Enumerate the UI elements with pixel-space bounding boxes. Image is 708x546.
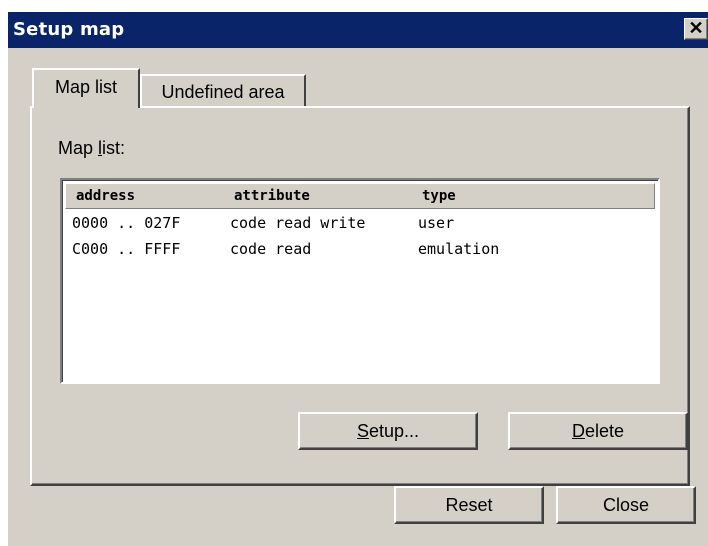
row-attribute: code read write xyxy=(230,214,366,232)
column-header-type[interactable]: type xyxy=(422,188,456,204)
title-bar[interactable]: Setup map ✕ xyxy=(8,12,708,48)
tab-map-list[interactable]: Map list xyxy=(32,68,140,108)
delete-button[interactable]: Delete xyxy=(508,412,688,450)
map-list-label: Map list: xyxy=(58,138,126,158)
close-button[interactable]: Close xyxy=(556,486,696,524)
column-header-attribute[interactable]: attribute xyxy=(234,188,310,204)
map-listbox[interactable]: address attribute type 0000 .. 027F code… xyxy=(60,178,660,384)
row-attribute: code read xyxy=(230,240,312,258)
reset-button[interactable]: Reset xyxy=(394,486,544,524)
row-address: C000 .. FFFF xyxy=(72,240,181,258)
close-icon[interactable]: ✕ xyxy=(684,18,708,40)
row-type: emulation xyxy=(418,240,500,258)
row-type: user xyxy=(418,214,455,232)
tab-undefined-area[interactable]: Undefined area xyxy=(140,74,306,108)
column-header-address[interactable]: address xyxy=(76,188,135,204)
list-header: address attribute type xyxy=(65,183,655,209)
list-item[interactable]: C000 .. FFFF code read emulation xyxy=(72,240,499,262)
map-list-panel: Map list: address attribute type 0000 ..… xyxy=(30,106,690,486)
setup-map-dialog: Setup map ✕ Map list Undefined area Map … xyxy=(6,10,708,546)
tab-map-list-label: Map list xyxy=(54,77,117,97)
tab-undefined-area-label: Undefined area xyxy=(161,82,285,102)
row-address: 0000 .. 027F xyxy=(72,214,181,232)
dialog-title: Setup map xyxy=(13,19,125,40)
list-item[interactable]: 0000 .. 027F code read write user xyxy=(72,214,454,236)
setup-button[interactable]: Setup... xyxy=(298,412,478,450)
